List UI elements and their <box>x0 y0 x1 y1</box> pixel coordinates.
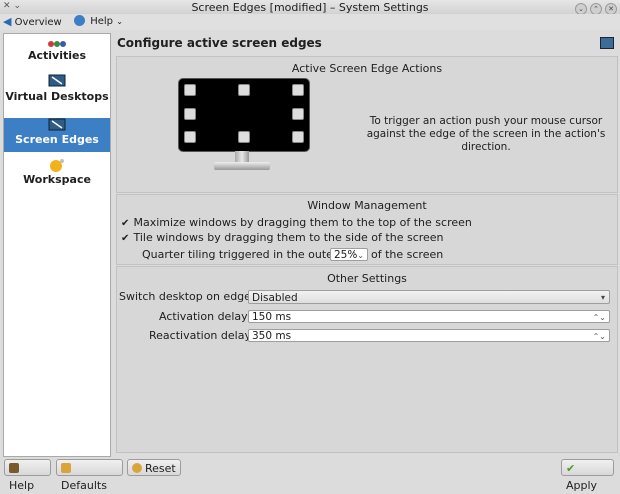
edge-actions-description: To trigger an action push your mouse cur… <box>366 115 606 153</box>
help-icon <box>74 15 85 26</box>
title-bar: ✕⌄ Screen Edges [modified] – System Sett… <box>0 0 620 15</box>
spin-arrows-icon[interactable]: ⌃⌄ <box>593 311 606 324</box>
activities-icon <box>48 41 66 47</box>
edge-bottom-left[interactable] <box>184 131 196 143</box>
section-title: Window Management <box>307 199 427 212</box>
sidebar-item-activities[interactable]: Activities <box>4 40 110 72</box>
edge-bottom-right[interactable] <box>292 131 304 143</box>
virtual-desktops-icon <box>48 74 66 87</box>
chevron-down-icon: ⌄ <box>116 17 123 26</box>
defaults-button[interactable]: Defaults <box>56 459 123 492</box>
checkmark-icon: ✔ <box>566 462 576 475</box>
defaults-icon <box>61 463 71 473</box>
sidebar-item-label: Activities <box>27 49 87 62</box>
apply-button[interactable]: ✔ Apply <box>561 459 614 492</box>
back-arrow-icon: ◀ <box>3 15 12 28</box>
quarter-tiling-spinbox[interactable]: 25% ⌃⌄ <box>330 248 368 261</box>
checkmark-icon: ✔ <box>121 218 130 229</box>
sidebar-item-virtual-desktops[interactable]: Virtual Desktops <box>4 74 110 116</box>
activation-delay-spinbox[interactable]: 150 ms ⌃⌄ <box>248 310 610 323</box>
edge-top-left[interactable] <box>184 84 196 96</box>
checkmark-icon: ✔ <box>121 233 130 244</box>
help-icon <box>9 463 19 473</box>
maximize-checkbox[interactable]: ✔ Maximize windows by dragging them to t… <box>121 216 472 231</box>
window-controls: ⌄ ⌃ ✕ <box>572 1 617 15</box>
edge-bottom[interactable] <box>238 131 250 143</box>
sidebar-item-label: Virtual Desktops <box>5 90 109 103</box>
switch-desktop-dropdown[interactable]: Disabled ▾ <box>248 290 610 304</box>
sidebar-item-screen-edges[interactable]: Screen Edges <box>4 118 110 152</box>
help-button[interactable]: Help <box>4 459 51 492</box>
overview-button[interactable]: ◀ Overview <box>3 15 62 29</box>
activation-delay-label: Activation delay: <box>159 310 251 323</box>
window-title: Screen Edges [modified] – System Setting… <box>191 1 429 14</box>
sidebar: Activities Virtual Desktops Screen Edges… <box>3 33 111 457</box>
reactivation-delay-spinbox[interactable]: 350 ms ⌃⌄ <box>248 329 610 342</box>
quarter-tiling-label: Quarter tiling triggered in the outer <box>142 248 338 261</box>
edge-top-right[interactable] <box>292 84 304 96</box>
screen-edges-icon <box>48 118 66 131</box>
sidebar-item-label: Workspace <box>23 173 91 186</box>
help-menu-button[interactable]: Help ⌄ <box>74 15 123 29</box>
tile-checkbox[interactable]: ✔ Tile windows by dragging them to the s… <box>121 231 444 246</box>
page-title: Configure active screen edges <box>117 36 322 50</box>
maximize-label: Maximize windows by dragging them to the… <box>133 216 472 229</box>
section-title: Active Screen Edge Actions <box>291 62 443 75</box>
sidebar-item-label: Screen Edges <box>15 133 99 146</box>
toolbar: ◀ Overview Help ⌄ <box>0 14 620 30</box>
sidebar-item-workspace[interactable]: Workspace <box>4 158 110 188</box>
reactivation-delay-label: Reactivation delay: <box>149 329 254 342</box>
monitor-base <box>214 162 270 170</box>
spin-arrows-icon[interactable]: ⌃⌄ <box>351 249 364 262</box>
edge-top[interactable] <box>238 84 250 96</box>
tile-label: Tile windows by dragging them to the sid… <box>133 231 444 244</box>
edge-left[interactable] <box>184 108 196 120</box>
module-icon <box>600 37 614 49</box>
reset-button[interactable]: Reset <box>127 459 181 476</box>
edge-right[interactable] <box>292 108 304 120</box>
section-title: Other Settings <box>327 272 407 285</box>
spin-arrows-icon[interactable]: ⌃⌄ <box>593 330 606 343</box>
switch-desktop-label: Switch desktop on edge: <box>119 290 255 303</box>
chevron-down-icon: ▾ <box>600 293 605 302</box>
monitor-preview <box>178 78 310 152</box>
reset-icon <box>132 463 142 473</box>
quarter-tiling-suffix: of the screen <box>371 248 444 261</box>
workspace-icon <box>50 159 64 172</box>
